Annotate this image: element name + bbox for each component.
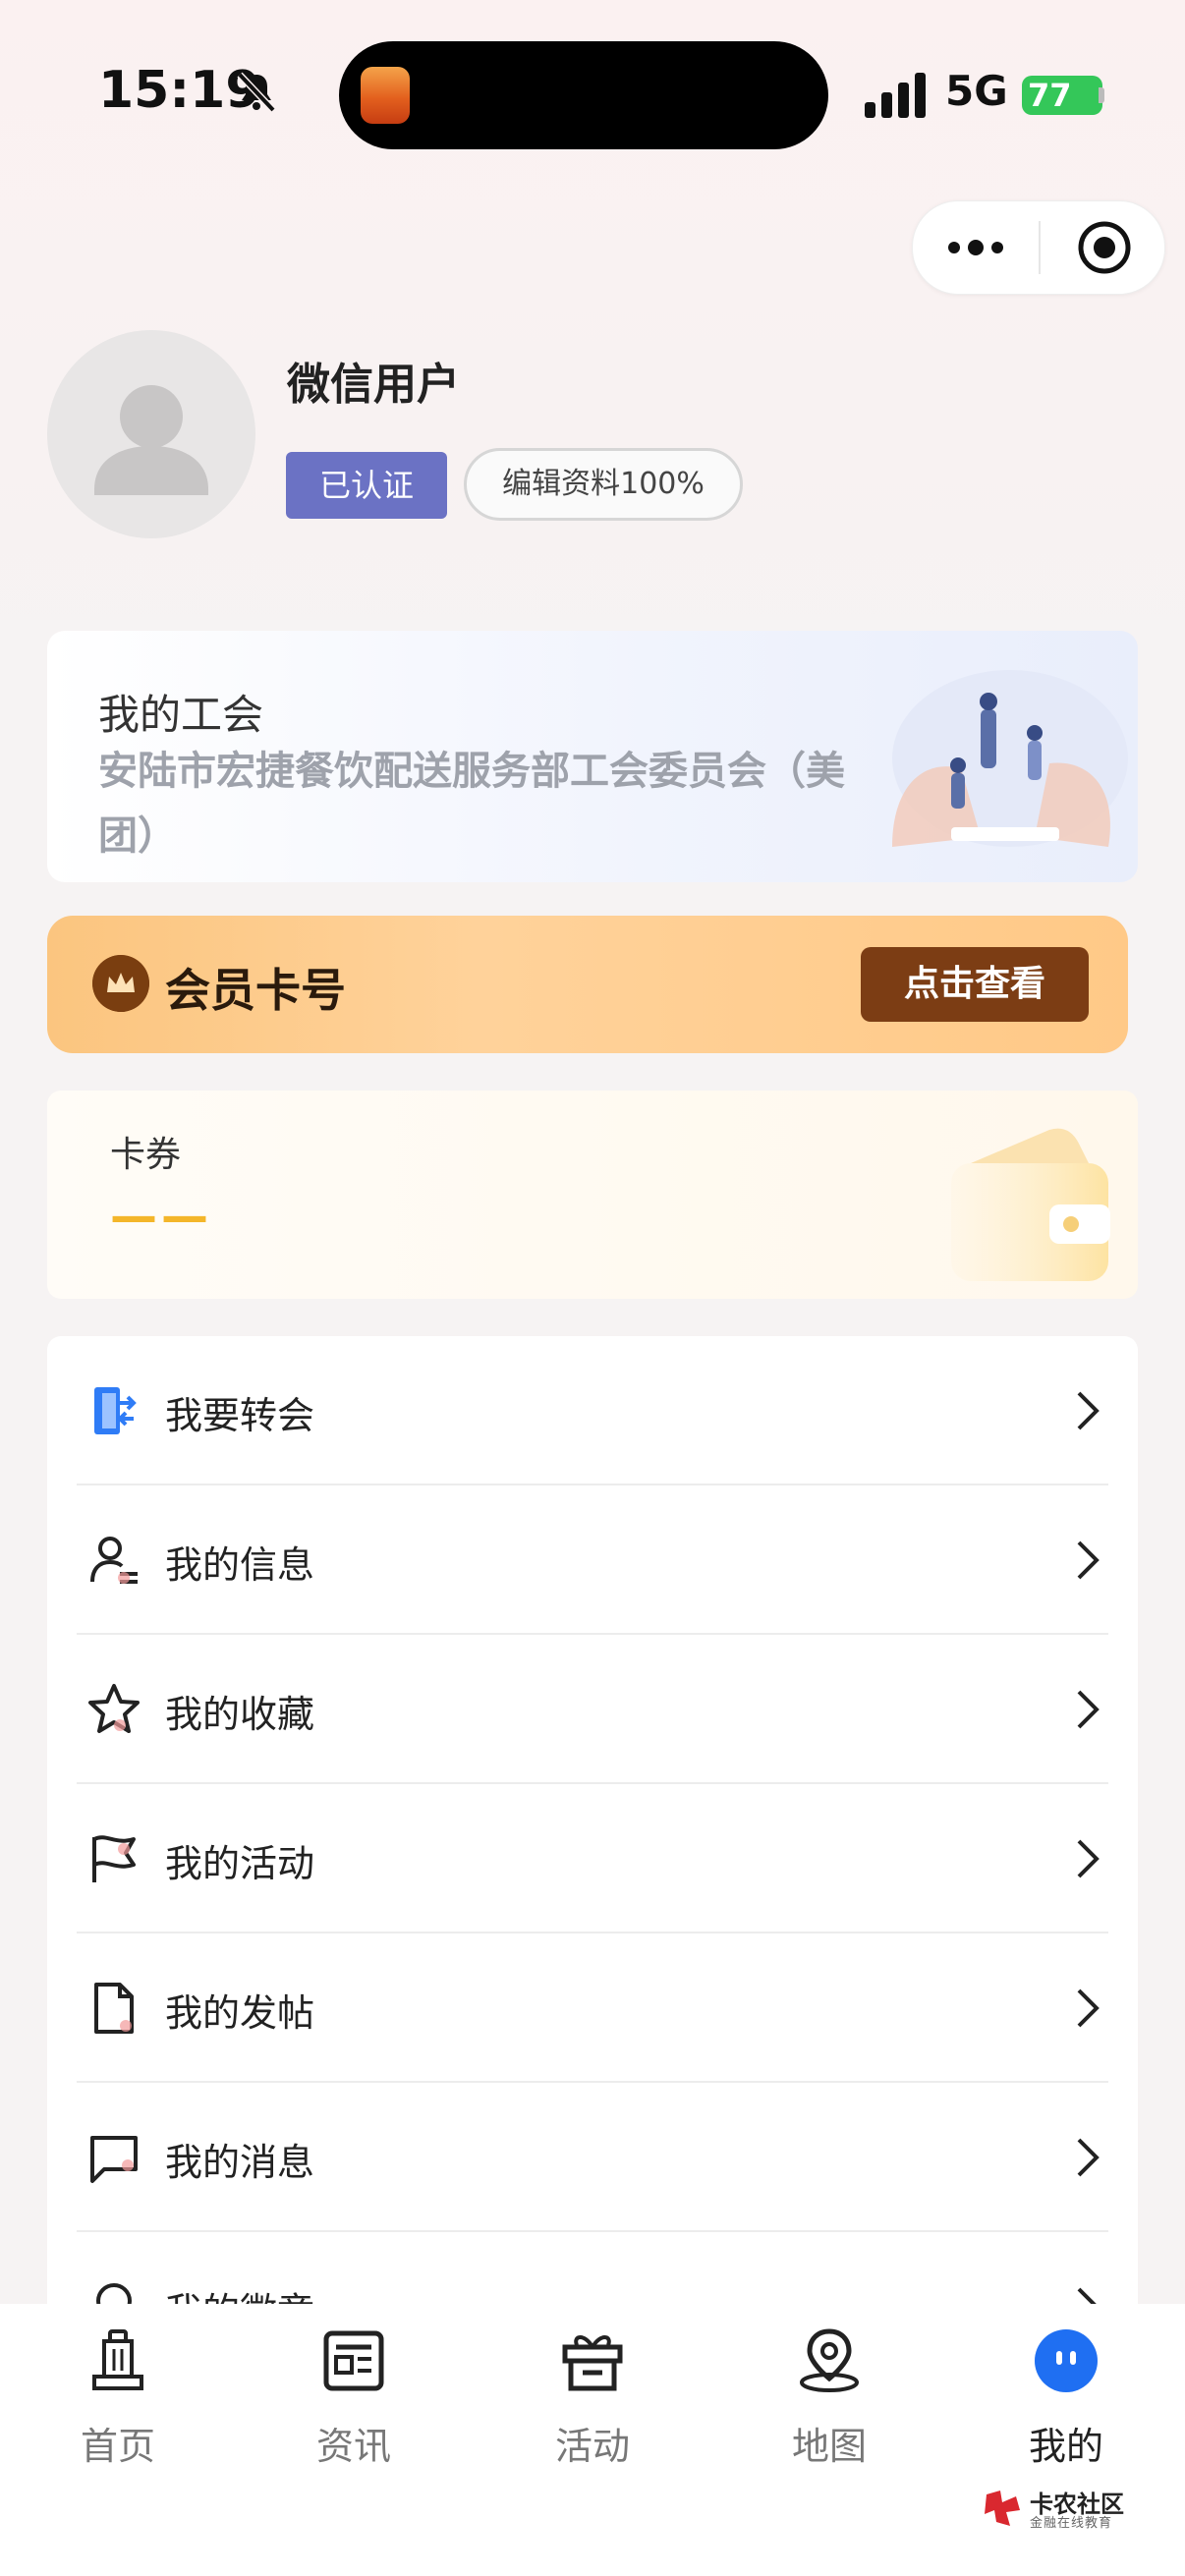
menu-label: 我的收藏 (165, 1693, 315, 1736)
union-card[interactable]: 我的工会 安陆市宏捷餐饮配送服务部工会委员会（美团） (47, 631, 1138, 882)
default-avatar-icon (94, 385, 208, 495)
menu-label: 我要转会 (165, 1394, 315, 1437)
menu-item-transfer[interactable]: 我要转会 (47, 1336, 1138, 1485)
menu-label: 我的发帖 (165, 1991, 315, 2035)
close-target-icon[interactable] (1076, 219, 1133, 276)
tab-news[interactable]: 资讯 (275, 2327, 432, 2475)
tab-label: 首页 (80, 2425, 155, 2468)
union-title: 我的工会 (98, 691, 264, 739)
menu-item-posts[interactable]: 我的发帖 (47, 1933, 1138, 2083)
message-icon (90, 2136, 138, 2183)
menu-item-activities[interactable]: 我的活动 (47, 1784, 1138, 1933)
document-icon (94, 1983, 134, 2034)
chevron-right-icon (1077, 1540, 1100, 1580)
tab-map[interactable]: 地图 (751, 2327, 908, 2475)
network-type: 5G (945, 67, 1008, 115)
monument-icon (92, 2329, 143, 2390)
flag-icon (92, 1835, 136, 1882)
chevron-right-icon (1077, 2138, 1100, 2177)
profile-face-icon (1035, 2329, 1098, 2392)
avatar[interactable] (47, 330, 255, 538)
star-icon (88, 1684, 140, 1733)
map-pin-icon (800, 2328, 859, 2392)
tab-label: 我的 (1028, 2425, 1103, 2468)
menu-list: 我要转会 我的信息 我的收藏 我的活动 我的发帖 我的消息 (47, 1336, 1138, 2319)
menu-item-info[interactable]: 我的信息 (47, 1485, 1138, 1635)
battery-indicator: 77 (1022, 76, 1102, 115)
wallet-icon (951, 1128, 1110, 1281)
crown-icon (92, 955, 149, 1012)
chevron-right-icon (1077, 1839, 1100, 1878)
coupon-value: —— (110, 1189, 212, 1244)
menu-label: 我的信息 (165, 1543, 315, 1587)
watermark: 卡农社区 金融在线教育 (983, 2483, 1169, 2534)
member-card-title: 会员卡号 (165, 964, 346, 1017)
cellular-signal-icon (865, 73, 926, 118)
capsule-divider (1039, 221, 1041, 274)
coupon-card[interactable]: 卡券 —— (47, 1091, 1138, 1299)
bell-muted-icon (237, 72, 276, 113)
miniprogram-capsule (912, 200, 1165, 295)
news-icon (323, 2330, 384, 2391)
transfer-door-icon (94, 1387, 137, 1434)
hands-illustration-icon (892, 670, 1128, 847)
battery-level: 77 (1028, 77, 1072, 114)
coupon-title: 卡券 (110, 1135, 182, 1175)
tab-activities[interactable]: 活动 (514, 2327, 671, 2475)
battery-cap (1099, 87, 1104, 103)
tab-profile[interactable]: 我的 (988, 2327, 1145, 2475)
more-dots-icon[interactable] (944, 223, 1007, 272)
view-card-button[interactable]: 点击查看 (861, 947, 1089, 1022)
username: 微信用户 (287, 360, 460, 410)
tab-label: 地图 (791, 2425, 867, 2468)
verified-badge: 已认证 (286, 452, 447, 519)
tab-label: 活动 (554, 2425, 630, 2468)
watermark-logo-icon (985, 2491, 1020, 2526)
tab-home[interactable]: 首页 (39, 2327, 197, 2475)
menu-label: 我的消息 (165, 2141, 315, 2184)
menu-label: 我的活动 (165, 1842, 315, 1885)
dynamic-island (339, 41, 828, 149)
union-name: 安陆市宏捷餐饮配送服务部工会委员会（美团） (98, 749, 845, 859)
bottom-tab-bar: 首页 资讯 活动 地图 我的 (0, 2304, 1185, 2576)
menu-item-messages[interactable]: 我的消息 (47, 2083, 1138, 2232)
chevron-right-icon (1077, 1391, 1100, 1430)
edit-profile-button[interactable]: 编辑资料100% (464, 448, 743, 521)
tab-label: 资讯 (315, 2425, 391, 2468)
live-activity-app-icon (361, 67, 410, 124)
watermark-subtitle: 金融在线教育 (1030, 2516, 1113, 2531)
user-info-icon (90, 1537, 138, 1584)
menu-item-favorites[interactable]: 我的收藏 (47, 1635, 1138, 1784)
member-card: 会员卡号 点击查看 (47, 916, 1128, 1053)
gift-icon (562, 2335, 623, 2391)
chevron-right-icon (1077, 1988, 1100, 2028)
status-bar: 15:19 5G 77 (0, 0, 1185, 187)
chevron-right-icon (1077, 1690, 1100, 1729)
